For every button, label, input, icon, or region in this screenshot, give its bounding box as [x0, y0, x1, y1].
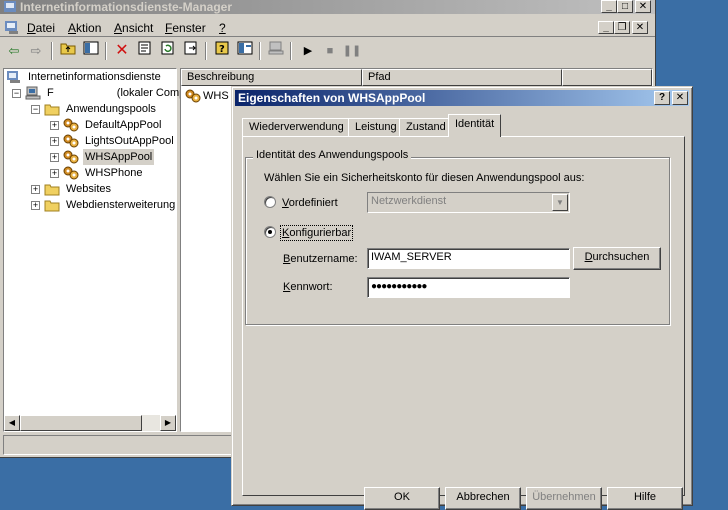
- main-window-title: Internetinformationsdienste-Manager: [20, 0, 233, 14]
- menu-datei[interactable]: Datei: [27, 21, 55, 35]
- radio-predefined[interactable]: [264, 196, 276, 208]
- column-header-empty[interactable]: [562, 69, 652, 86]
- dialog-help-button[interactable]: ?: [654, 91, 670, 105]
- tree-item-computer[interactable]: F (lokaler Comp: [25, 85, 187, 101]
- predefined-account-select[interactable]: Netzwerkdienst ▼: [367, 192, 570, 213]
- tree-item-websites[interactable]: Websites: [44, 181, 113, 197]
- svg-text:?: ?: [219, 44, 225, 55]
- password-input[interactable]: ●●●●●●●●●●●: [367, 277, 570, 298]
- browse-button[interactable]: Durchsuchen: [573, 247, 661, 270]
- tree-item-iis-root[interactable]: Internetinformationsdienste: [6, 69, 163, 85]
- folder-icon: [44, 104, 60, 116]
- column-header-description[interactable]: Beschreibung: [181, 69, 362, 86]
- tree-item-web-extensions[interactable]: Webdiensterweiterung: [44, 197, 177, 213]
- tree-item-pool[interactable]: DefaultAppPool: [63, 117, 163, 133]
- tab-zustand[interactable]: Zustand: [399, 118, 453, 136]
- menu-fenster[interactable]: Fenster: [165, 21, 206, 35]
- show-hide-tree-icon[interactable]: [81, 41, 101, 61]
- toolbar-separator: [290, 42, 292, 60]
- dialog-close-button[interactable]: ✕: [672, 91, 688, 105]
- properties-dialog: Eigenschaften von WHSAppPool ? ✕ Wiederv…: [231, 86, 693, 510]
- toolbar-separator: [205, 42, 207, 60]
- expand-pool-icon[interactable]: +: [50, 153, 59, 162]
- menu-help[interactable]: ?: [219, 21, 226, 35]
- instruction-text: Wählen Sie ein Sicherheitskonto für dies…: [264, 172, 585, 184]
- forward-arrow-icon[interactable]: ⇨: [26, 41, 46, 61]
- password-label: Kennwort:: [283, 281, 333, 293]
- folder-icon: [44, 184, 60, 196]
- toolbar-separator: [51, 42, 53, 60]
- radio-configurable-label[interactable]: Konfigurierbar: [279, 225, 354, 241]
- stop-icon[interactable]: ■: [320, 41, 340, 61]
- radio-selected-dot: [268, 230, 272, 234]
- tree-item-pool[interactable]: LightsOutAppPool: [63, 133, 176, 149]
- tree-pane[interactable]: Internetinformationsdienste − F (lokaler…: [3, 68, 185, 432]
- child-restore-button[interactable]: ❐: [614, 21, 630, 34]
- tab-identitaet[interactable]: Identität: [448, 114, 502, 137]
- group-title: Identität des Anwendungspools: [253, 149, 412, 161]
- maximize-button[interactable]: □: [617, 0, 633, 13]
- child-minimize-button[interactable]: _: [598, 21, 614, 34]
- close-button[interactable]: ✕: [635, 0, 651, 13]
- back-arrow-icon[interactable]: ⇦: [4, 41, 24, 61]
- toolbar-separator: [259, 42, 261, 60]
- expand-web-extensions-icon[interactable]: +: [31, 201, 40, 210]
- cancel-button[interactable]: Abbrechen: [445, 487, 521, 510]
- minimize-button[interactable]: _: [601, 0, 617, 13]
- username-label: Benutzername:: [283, 253, 358, 265]
- view-icon[interactable]: [235, 41, 255, 61]
- app-pool-icon: [185, 89, 201, 103]
- delete-icon[interactable]: ✕: [112, 41, 132, 61]
- pause-icon[interactable]: ❚❚: [342, 41, 362, 61]
- folder-icon: [44, 200, 60, 212]
- menu-ansicht[interactable]: Ansicht: [114, 21, 153, 35]
- column-header-path[interactable]: Pfad: [362, 69, 562, 86]
- dialog-title-bar[interactable]: Eigenschaften von WHSAppPool ? ✕: [235, 90, 689, 106]
- scroll-right-icon[interactable]: ▶: [160, 415, 176, 431]
- app-pool-icon: [63, 166, 79, 180]
- computer-icon: [25, 86, 41, 100]
- expand-pool-icon[interactable]: +: [50, 137, 59, 146]
- app-pool-icon: [63, 150, 79, 164]
- radio-configurable[interactable]: [264, 226, 276, 238]
- tab-leistung[interactable]: Leistung: [348, 118, 404, 136]
- tree-horizontal-scrollbar[interactable]: ◀ ▶: [4, 415, 176, 431]
- mmc-system-icon[interactable]: [4, 20, 20, 35]
- main-title-bar[interactable]: Internetinformationsdienste-Manager _ □ …: [0, 0, 655, 14]
- expand-pool-icon[interactable]: +: [50, 121, 59, 130]
- toolbar: ⇦ ⇨ ✕ ? ▶ ■ ❚❚: [0, 39, 655, 63]
- export-list-icon[interactable]: [181, 41, 201, 61]
- radio-predefined-label[interactable]: Vordefiniert: [282, 197, 338, 209]
- refresh-icon[interactable]: [158, 41, 178, 61]
- expand-pool-icon[interactable]: +: [50, 169, 59, 178]
- chevron-down-icon[interactable]: ▼: [552, 194, 568, 211]
- menu-aktion[interactable]: Aktion: [68, 21, 101, 35]
- menu-bar: Datei Aktion Ansicht Fenster ? _ ❐ ✕: [0, 18, 655, 37]
- start-icon[interactable]: ▶: [298, 41, 318, 61]
- computer-icon[interactable]: [266, 41, 286, 61]
- help-button[interactable]: Hilfe: [607, 487, 683, 510]
- up-folder-icon[interactable]: [58, 41, 78, 61]
- ok-button[interactable]: OK: [364, 487, 440, 510]
- scroll-left-icon[interactable]: ◀: [4, 415, 20, 431]
- username-input[interactable]: IWAM_SERVER: [367, 248, 570, 269]
- app-pool-icon: [63, 134, 79, 148]
- app-pool-icon: [63, 118, 79, 132]
- dialog-title: Eigenschaften von WHSAppPool: [238, 91, 426, 105]
- toolbar-separator: [105, 42, 107, 60]
- tab-wiederverwendung[interactable]: Wiederverwendung: [242, 118, 351, 136]
- tree-item-pool-selected[interactable]: WHSAppPool: [63, 149, 155, 165]
- iis-root-icon: [7, 71, 20, 83]
- tree-item-app-pools[interactable]: Anwendungspools: [44, 101, 158, 117]
- help-topic-icon[interactable]: ?: [212, 41, 232, 61]
- tree-item-pool[interactable]: WHSPhone: [63, 165, 144, 181]
- properties-icon[interactable]: [135, 41, 155, 61]
- iis-app-icon: [4, 1, 16, 12]
- collapse-computer-icon[interactable]: −: [12, 89, 21, 98]
- expand-websites-icon[interactable]: +: [31, 185, 40, 194]
- collapse-app-pools-icon[interactable]: −: [31, 105, 40, 114]
- child-close-button[interactable]: ✕: [632, 21, 648, 34]
- scroll-thumb[interactable]: [20, 415, 142, 431]
- apply-button[interactable]: Übernehmen: [526, 487, 602, 510]
